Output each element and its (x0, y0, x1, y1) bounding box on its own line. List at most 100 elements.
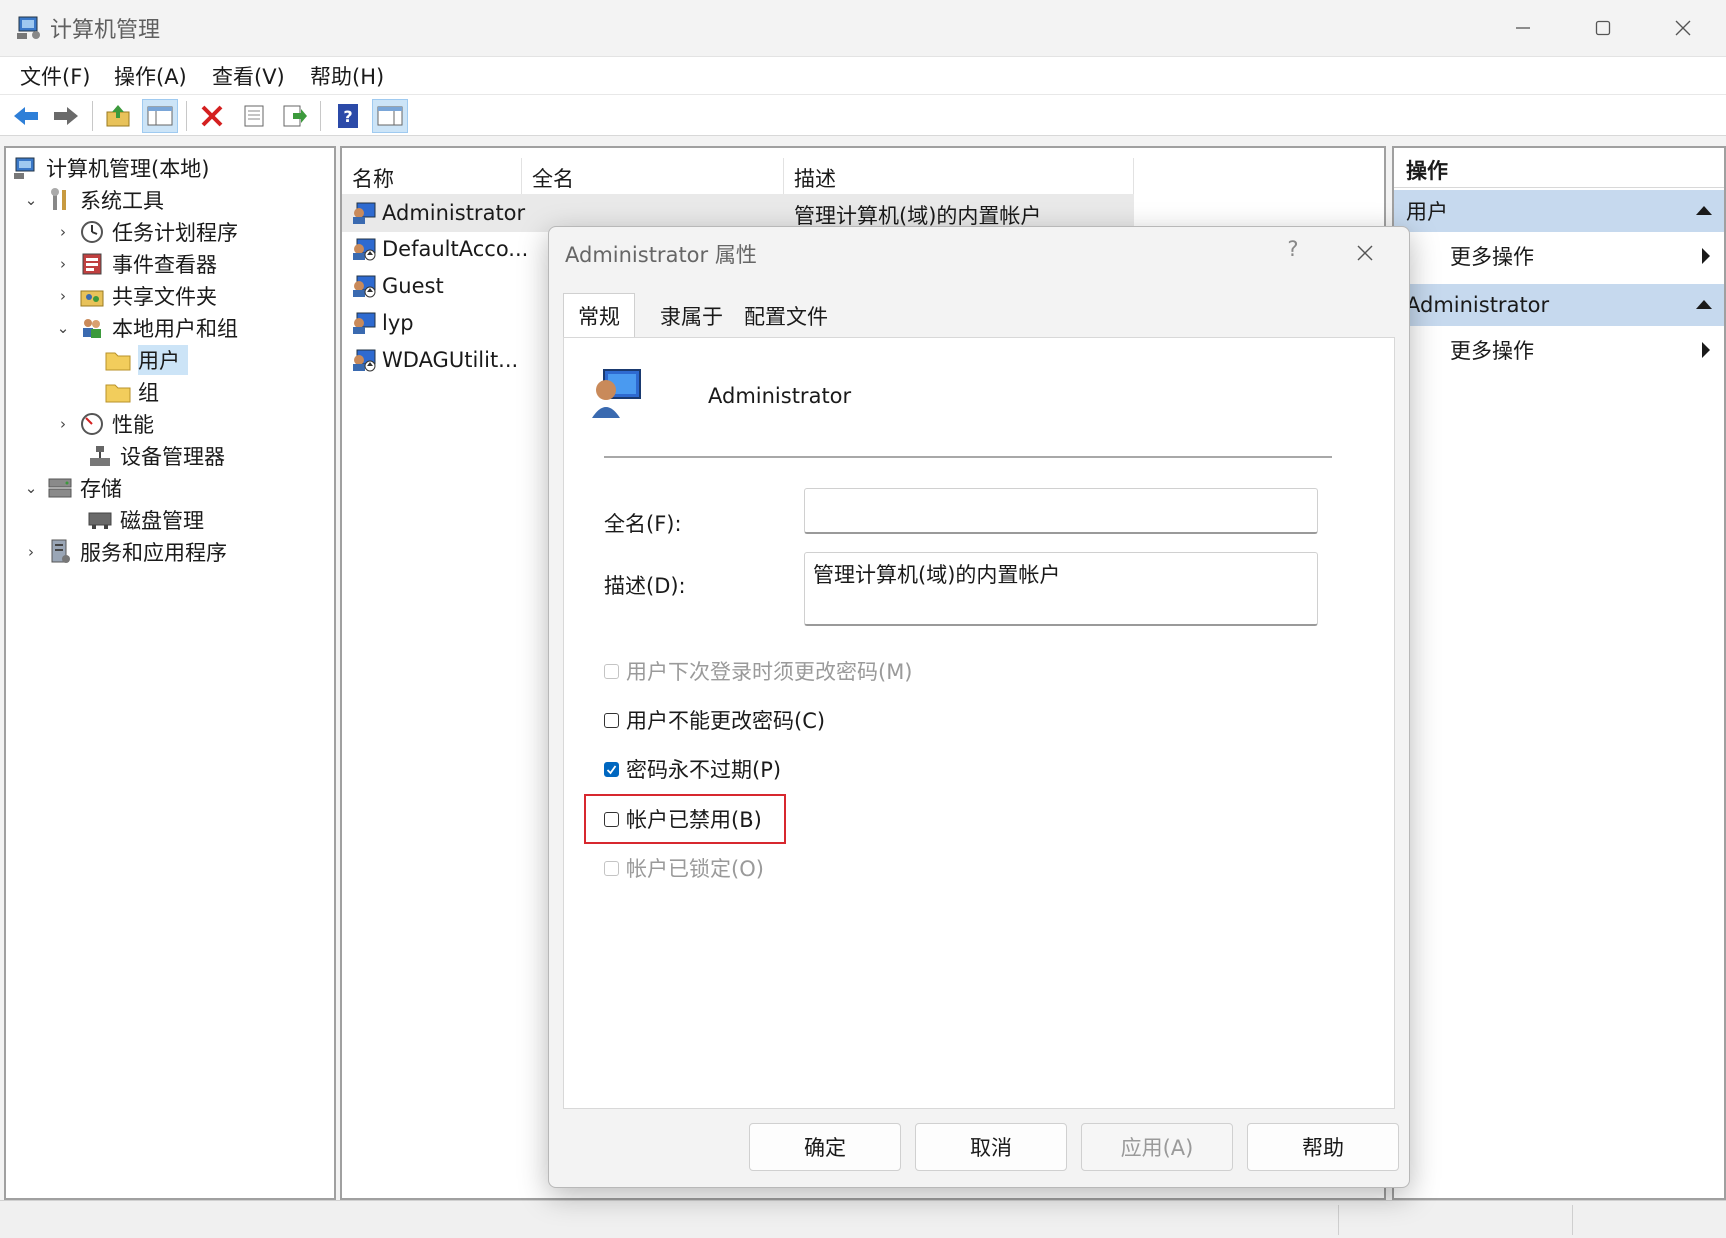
show-hide-action-pane-button[interactable] (372, 99, 408, 133)
apply-button[interactable]: 应用(A) (1081, 1123, 1233, 1171)
action-pane-icon (377, 106, 403, 126)
menu-help[interactable]: 帮助(H) (310, 61, 384, 91)
toolbar-separator (92, 101, 93, 131)
table-row[interactable]: Guest (350, 269, 444, 303)
table-row[interactable]: Administrator (350, 196, 525, 230)
tree-item-event-viewer[interactable]: › 事件查看器 (12, 248, 238, 280)
action-group-administrator[interactable]: Administrator (1394, 284, 1724, 326)
status-divider (1572, 1205, 1573, 1235)
tab-profile[interactable]: 配置文件 (729, 295, 843, 337)
tree-item-shared-folders[interactable]: › 共享文件夹 (12, 280, 238, 312)
chevron-right-icon[interactable]: › (22, 543, 40, 561)
tree-item-label: 系统工具 (80, 189, 164, 213)
tab-panel-general: Administrator 全名(F): 描述(D): 管理计算机(域)的内置帐… (563, 337, 1395, 1109)
tree-item-label: 用户 (138, 345, 188, 375)
chevron-right-icon[interactable]: › (54, 223, 72, 241)
tree-item-label: 计算机管理(本地) (46, 157, 210, 181)
chevron-right-icon[interactable]: › (54, 287, 72, 305)
dialog-help-button[interactable]: ? (1273, 237, 1313, 261)
action-pane-header: 操作 (1394, 152, 1724, 188)
event-viewer-icon (78, 251, 106, 277)
show-hide-console-tree-button[interactable] (142, 99, 178, 133)
tree-item-system-tools[interactable]: ⌄ 系统工具 (12, 184, 238, 216)
tree-item-groups[interactable]: 组 (12, 376, 238, 408)
chevron-down-icon[interactable]: ⌄ (22, 479, 40, 497)
ok-button[interactable]: 确定 (749, 1123, 901, 1171)
services-icon (46, 539, 74, 565)
user-name-cell: DefaultAcco... (382, 237, 529, 261)
tree-item-label: 服务和应用程序 (80, 541, 227, 565)
close-button[interactable] (1648, 8, 1718, 48)
tab-general[interactable]: 常规 (563, 293, 635, 337)
description-field[interactable]: 管理计算机(域)的内置帐户 (804, 552, 1318, 626)
checkbox-label: 密码永不过期(P) (626, 758, 782, 782)
action-group-label: 用户 (1406, 200, 1448, 224)
disabled-user-icon (350, 273, 378, 299)
tree-item-computer-management[interactable]: 计算机管理(本地) (12, 152, 238, 184)
back-button[interactable] (8, 99, 44, 133)
checkbox-account-disabled[interactable]: 帐户已禁用(B) (604, 804, 762, 834)
cancel-button[interactable]: 取消 (915, 1123, 1067, 1171)
action-more-actions-users[interactable]: 更多操作 (1394, 236, 1724, 276)
checkbox-box[interactable] (604, 860, 619, 876)
checkbox-box[interactable] (604, 761, 619, 777)
delete-x-icon (201, 105, 223, 127)
tools-icon (46, 187, 74, 213)
action-group-users[interactable]: 用户 (1394, 190, 1724, 232)
export-list-button[interactable] (276, 99, 312, 133)
tree-item-label: 事件查看器 (112, 253, 217, 277)
checkbox-box[interactable] (604, 712, 619, 728)
collapse-up-icon[interactable] (1696, 206, 1712, 215)
properties-button[interactable] (236, 99, 272, 133)
user-icon (350, 200, 378, 226)
menu-file[interactable]: 文件(F) (20, 61, 90, 91)
chevron-right-icon[interactable]: › (54, 255, 72, 273)
tree-item-users[interactable]: 用户 (12, 344, 238, 376)
checkbox-box[interactable] (604, 811, 619, 827)
tree-item-storage[interactable]: ⌄ 存储 (12, 472, 238, 504)
checkbox-must-change-password[interactable]: 用户下次登录时须更改密码(M) (604, 656, 913, 686)
help-dialog-button[interactable]: 帮助 (1247, 1123, 1399, 1171)
dialog-close-button[interactable] (1339, 233, 1391, 273)
tab-member-of[interactable]: 隶属于 (645, 295, 738, 337)
tree-item-disk-management[interactable]: 磁盘管理 (12, 504, 238, 536)
menu-view[interactable]: 查看(V) (212, 61, 285, 91)
chevron-down-icon[interactable]: ⌄ (54, 319, 72, 337)
table-row[interactable]: DefaultAcco... (350, 232, 528, 266)
column-header-description[interactable]: 描述 (784, 158, 1134, 198)
tree-item-local-users-and-groups[interactable]: ⌄ 本地用户和组 (12, 312, 238, 344)
forward-button[interactable] (48, 99, 84, 133)
checkbox-password-never-expires[interactable]: 密码永不过期(P) (604, 754, 781, 784)
table-row[interactable]: WDAGUtilit... (350, 343, 518, 377)
maximize-button[interactable] (1568, 8, 1638, 48)
column-header-fullname[interactable]: 全名 (522, 158, 784, 198)
performance-icon (78, 411, 106, 437)
checkbox-box[interactable] (604, 663, 619, 679)
action-item-label: 更多操作 (1450, 339, 1534, 363)
checkbox-cannot-change-password[interactable]: 用户不能更改密码(C) (604, 705, 825, 735)
table-row[interactable]: lyp (350, 306, 414, 340)
chevron-right-icon[interactable]: › (54, 415, 72, 433)
fullname-field[interactable] (804, 488, 1318, 534)
minimize-icon (1516, 27, 1530, 29)
tree-item-device-manager[interactable]: 设备管理器 (12, 440, 238, 472)
minimize-button[interactable] (1488, 8, 1558, 48)
action-more-actions-administrator[interactable]: 更多操作 (1394, 330, 1724, 370)
tree-item-services-and-applications[interactable]: › 服务和应用程序 (12, 536, 238, 568)
submenu-arrow-icon (1702, 342, 1710, 358)
description-label: 描述(D): (604, 574, 686, 598)
menu-action[interactable]: 操作(A) (114, 61, 187, 91)
tree-item-task-scheduler[interactable]: › 任务计划程序 (12, 216, 238, 248)
column-header-name[interactable]: 名称 (342, 158, 522, 198)
tree-content: 计算机管理(本地) ⌄ 系统工具 › 任务计划程序 › 事件查看器 › 共享文件… (12, 152, 238, 568)
tree-item-label: 任务计划程序 (112, 221, 238, 245)
delete-button[interactable] (194, 99, 230, 133)
checkbox-account-locked[interactable]: 帐户已锁定(O) (604, 853, 764, 883)
up-one-level-button[interactable] (100, 99, 136, 133)
tree-item-performance[interactable]: › 性能 (12, 408, 238, 440)
chevron-down-icon[interactable]: ⌄ (22, 191, 40, 209)
help-button[interactable]: ? (330, 99, 366, 133)
close-icon (1357, 245, 1373, 261)
device-manager-icon (86, 443, 114, 469)
collapse-up-icon[interactable] (1696, 300, 1712, 309)
